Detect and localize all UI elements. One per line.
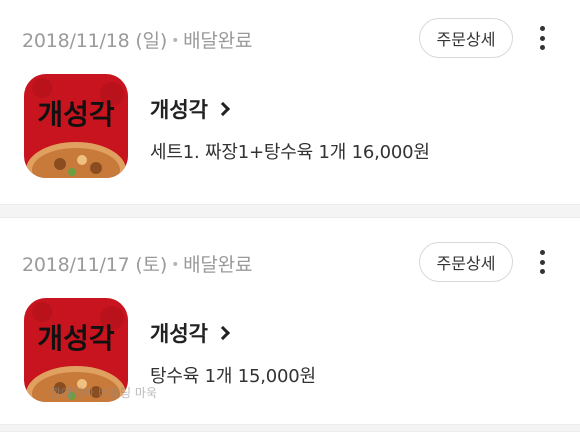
order-detail-button[interactable]: 주문상세 [419, 18, 513, 58]
store-name: 개성각 [150, 98, 208, 122]
chevron-right-icon [215, 325, 231, 341]
more-options-icon[interactable] [538, 26, 546, 50]
order-meta: 2018/11/18 (일) • 배달완료 [22, 26, 252, 53]
order-status: 배달완료 [183, 30, 253, 52]
separator-dot: • [171, 33, 180, 49]
order-status: 배달완료 [183, 254, 253, 276]
store-name-link[interactable]: 개성각 [150, 94, 231, 124]
section-divider [0, 424, 580, 432]
order-card: 2018/11/17 (토) • 배달완료 주문상세 개성각 개성각 탕수육 1개 … [0, 218, 580, 424]
order-date: 2018/11/18 (일) [22, 30, 168, 52]
order-items: 세트1. 짜장1+탕수육 1개 16,000원 [150, 142, 430, 163]
order-meta: 2018/11/17 (토) • 배달완료 [22, 250, 252, 277]
order-card: 2018/11/18 (일) • 배달완료 주문상세 개성각 개성각 세트1. 짜장… [0, 0, 580, 204]
store-logo-text: 개성각 [37, 98, 115, 131]
store-logo-image: 개성각 [24, 74, 128, 178]
store-name-link[interactable]: 개성각 [150, 318, 231, 348]
separator-dot: • [171, 257, 180, 273]
chevron-right-icon [215, 101, 231, 117]
section-divider [0, 204, 580, 218]
more-options-icon[interactable] [538, 250, 546, 274]
order-detail-button[interactable]: 주문상세 [419, 242, 513, 282]
store-logo[interactable]: 개성각 [24, 74, 128, 178]
watermark-text: 깐에리아 버블딩 마욱 [50, 386, 157, 400]
order-date: 2018/11/17 (토) [22, 254, 168, 276]
store-name: 개성각 [150, 322, 208, 346]
order-items: 탕수육 1개 15,000원 [150, 366, 316, 387]
store-logo-text: 개성각 [37, 322, 115, 355]
